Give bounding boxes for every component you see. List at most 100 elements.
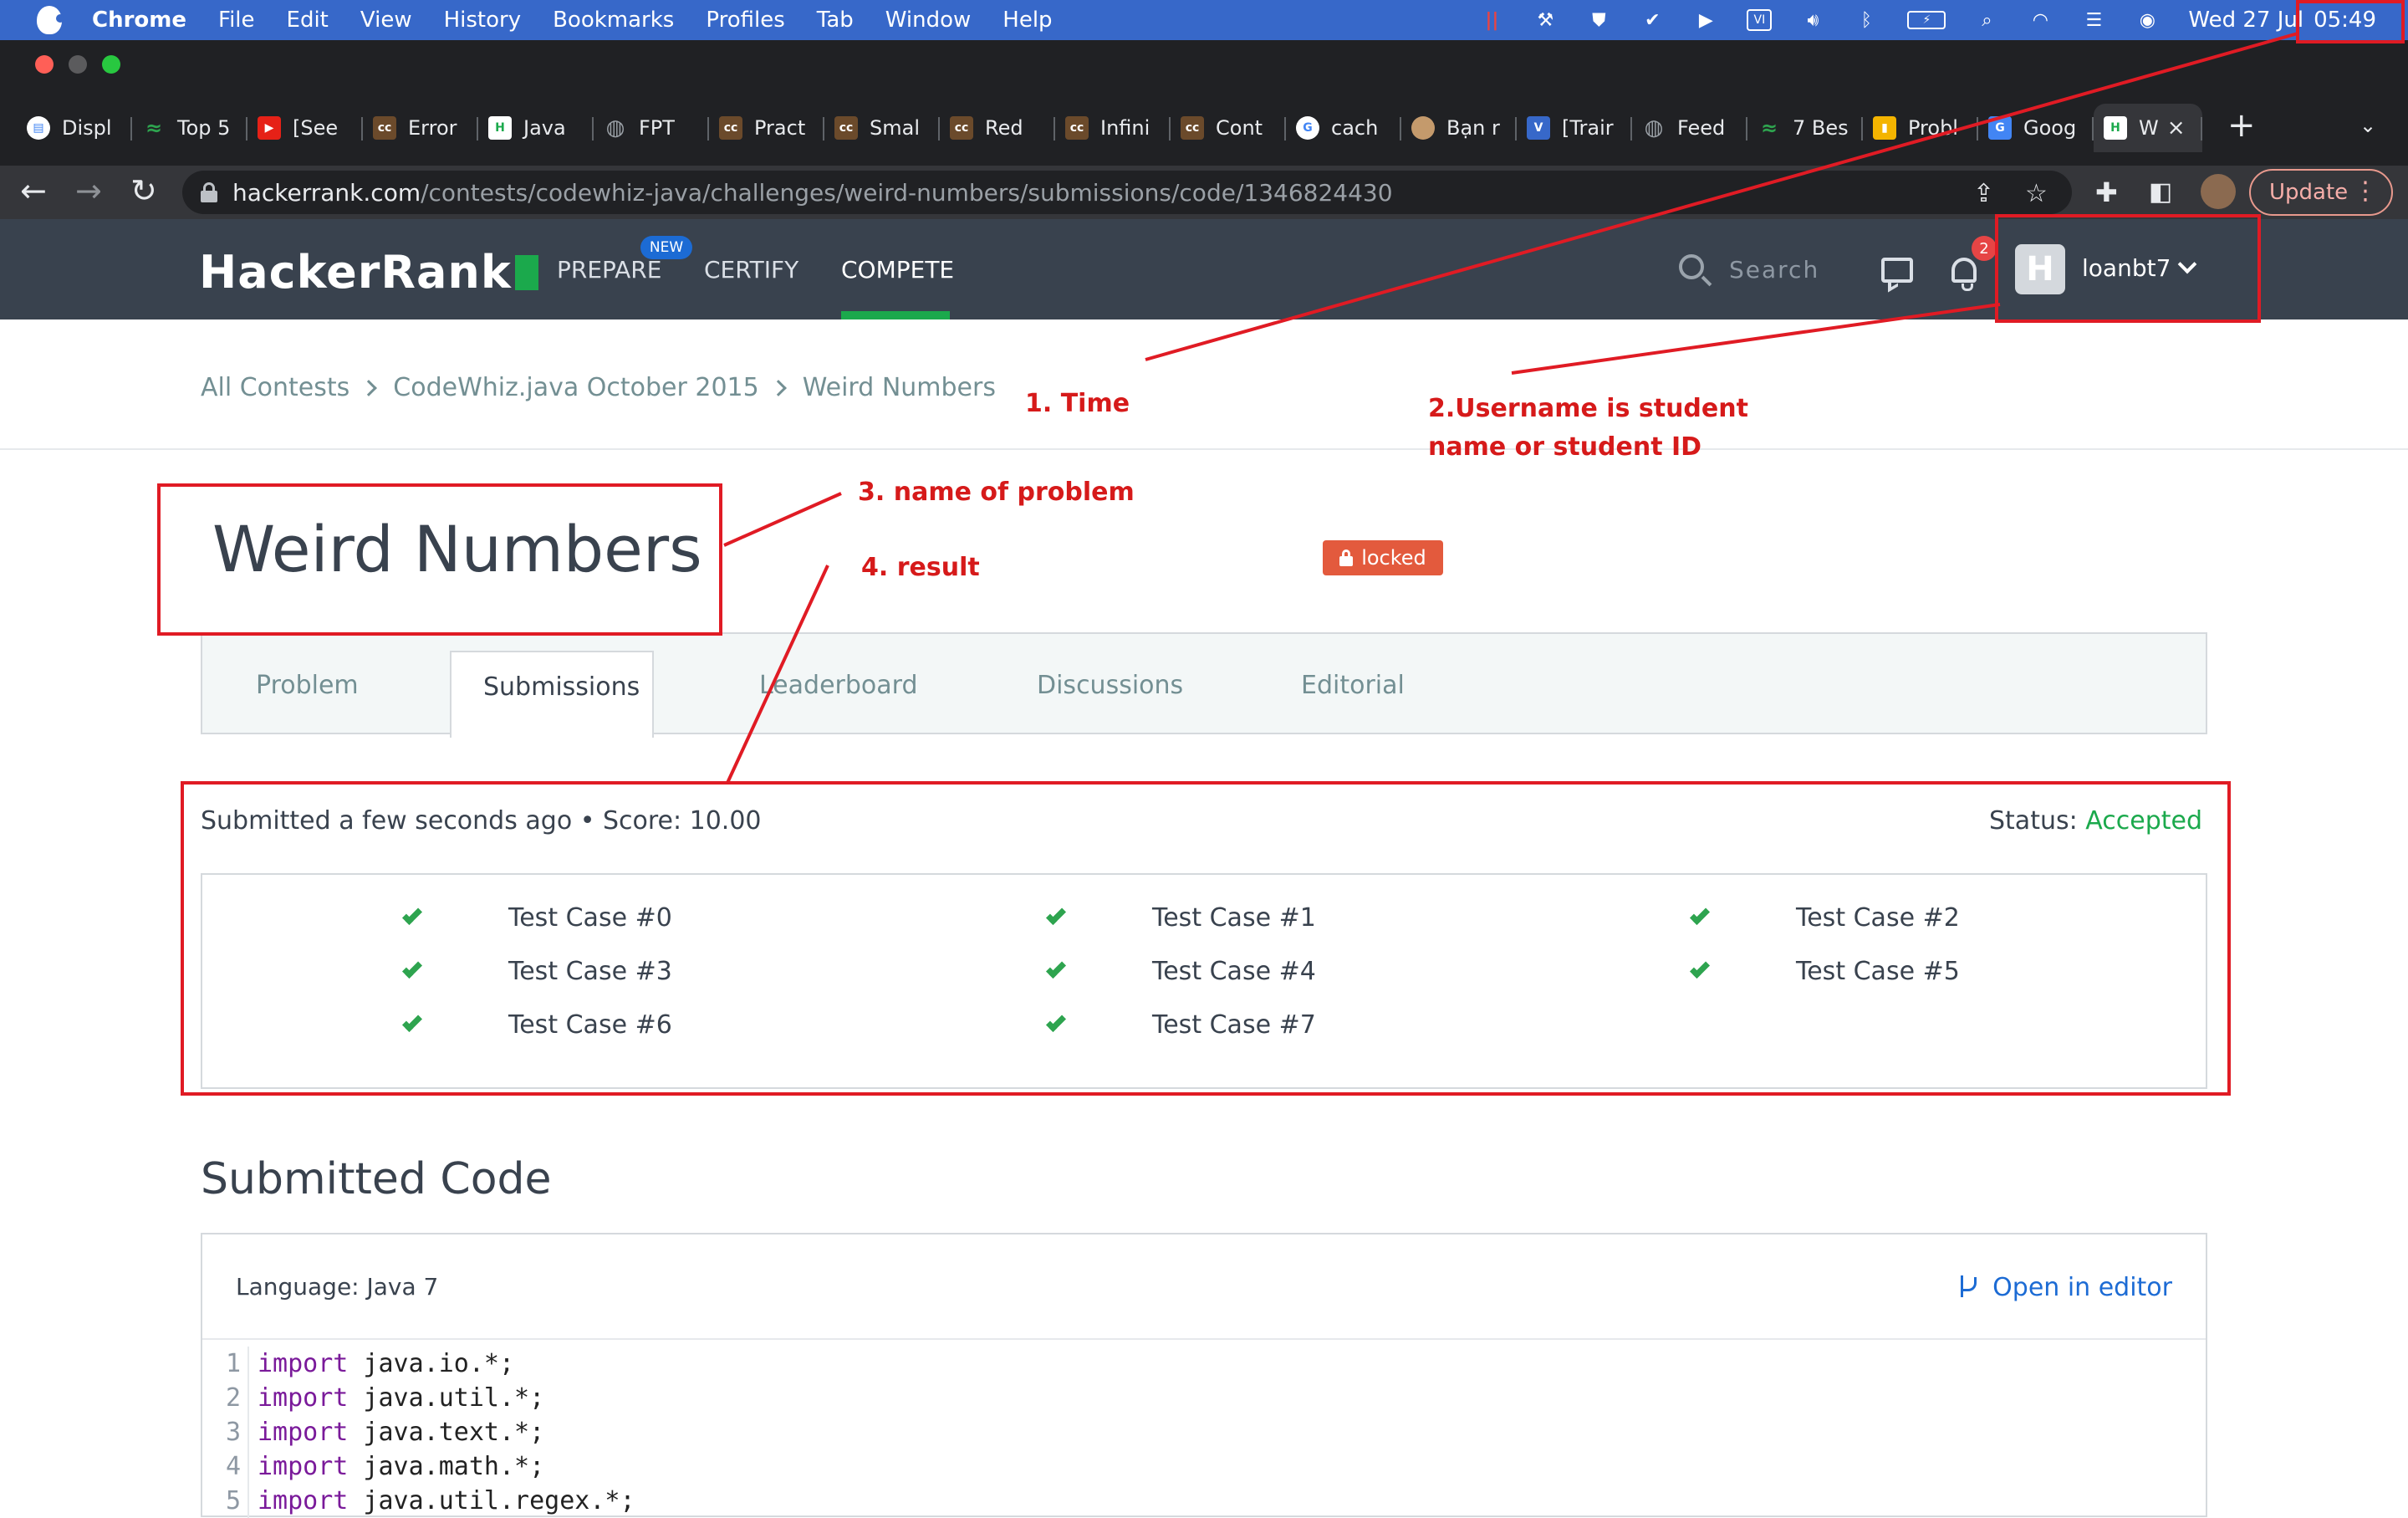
back-arrow-icon[interactable]: ← [20, 174, 47, 207]
code-text: java.util.regex.*; [348, 1486, 635, 1515]
breadcrumb-contest[interactable]: CodeWhiz.java October 2015 [393, 373, 758, 402]
breadcrumb-problem[interactable]: Weird Numbers [803, 373, 996, 402]
control-center-icon[interactable]: ☰ [2081, 9, 2106, 31]
code-lines[interactable]: 1 import java.io.*; 2 import java.util.*; … [202, 1347, 635, 1518]
minimize-window-button[interactable] [69, 55, 87, 74]
browser-tab[interactable]: ▮ Probl [1863, 104, 1978, 152]
tab-submissions-label: Submissions [483, 672, 640, 702]
keyboard-icon[interactable]: VI [1747, 9, 1773, 31]
browser-tab[interactable]: cc Pract [709, 104, 824, 152]
tab-search-chevron-icon[interactable]: ⌄ [2360, 114, 2376, 137]
submitted-code-heading: Submitted Code [201, 1154, 552, 1204]
tab-editorial[interactable]: Editorial [1301, 671, 1405, 700]
pause-icon[interactable]: || [1479, 9, 1504, 31]
breadcrumb-all-contests[interactable]: All Contests [201, 373, 349, 402]
tools-icon[interactable]: ⚒ [1533, 9, 1558, 31]
browser-tab-label: Java [523, 116, 566, 140]
browser-tab[interactable]: ◍ FPT [594, 104, 709, 152]
browser-tab[interactable]: cc Error [363, 104, 478, 152]
browser-tab[interactable]: ◍ Feed [1632, 104, 1747, 152]
browser-tab-label: [Trair [1562, 116, 1614, 140]
nav-compete[interactable]: COMPETE [841, 256, 954, 284]
tab-problem[interactable]: Problem [256, 671, 359, 700]
side-panel-icon[interactable]: ◧ [2149, 176, 2172, 209]
more-menu-icon[interactable]: ⋮ [2353, 179, 2378, 204]
address-bar[interactable]: hackerrank.com/contests/codewhiz-java/ch… [182, 171, 2072, 214]
browser-tab[interactable]: cc Infini [1055, 104, 1171, 152]
menu-view[interactable]: View [360, 8, 412, 33]
browser-tab[interactable]: ▤ Displ [17, 104, 132, 152]
browser-tab[interactable]: ≈7 Bes [1747, 104, 1863, 152]
hackerrank-logo[interactable]: HackerRank [199, 246, 538, 299]
branch-icon [1959, 1275, 1977, 1301]
bluetooth-icon[interactable]: ᛒ [1854, 9, 1879, 31]
lock-icon[interactable] [201, 182, 217, 202]
browser-tab[interactable]: Gcach [1286, 104, 1401, 152]
siri-icon[interactable]: ◉ [2135, 9, 2160, 31]
reload-icon[interactable]: ↻ [130, 174, 157, 207]
leetcode-icon: ≈ [1760, 116, 1778, 140]
share-icon[interactable]: ⇪ [1973, 179, 1994, 208]
cc-icon: cc [950, 116, 973, 140]
bookmark-star-icon[interactable]: ☆ [2025, 179, 2048, 208]
close-tab-icon[interactable]: × [2167, 115, 2186, 141]
battery-icon[interactable]: ⚡ [1907, 11, 1946, 29]
browser-tab[interactable]: Bạn r [1401, 104, 1517, 152]
menu-tab[interactable]: Tab [817, 8, 854, 33]
wifi-icon[interactable]: ◠ [2028, 9, 2053, 31]
menu-history[interactable]: History [444, 8, 522, 33]
search-icon[interactable] [1679, 254, 1704, 279]
browser-tab-label: W [2139, 116, 2159, 140]
cc-icon: cc [1181, 116, 1204, 140]
extensions-puzzle-icon[interactable]: ✚ [2095, 176, 2118, 209]
forward-arrow-icon[interactable]: → [75, 174, 102, 207]
nav-prepare[interactable]: PREPARE [557, 256, 661, 284]
tab-submissions[interactable]: Submissions [450, 651, 654, 738]
tab-discussions[interactable]: Discussions [1037, 671, 1183, 700]
browser-tab[interactable]: H W × [2094, 104, 2202, 152]
browser-tab[interactable]: ≈ Top 5 [132, 104, 247, 152]
chevron-right-icon [769, 379, 787, 396]
volume-icon[interactable]: 🔊︎ [1800, 9, 1825, 31]
annotation-problem-name: 3. name of problem [858, 478, 1135, 507]
menu-app-chrome[interactable]: Chrome [92, 8, 186, 33]
open-in-editor-link[interactable]: Open in editor [1959, 1273, 2172, 1302]
checkmark-icon[interactable]: ✔ [1640, 9, 1665, 31]
menu-profiles[interactable]: Profiles [706, 8, 784, 33]
menu-help[interactable]: Help [1002, 8, 1052, 33]
menu-window[interactable]: Window [885, 8, 972, 33]
clock-date[interactable]: Wed 27 Jul [2188, 8, 2303, 33]
browser-tab[interactable]: V [Trair [1517, 104, 1632, 152]
chat-icon[interactable] [1881, 258, 1913, 283]
menu-file[interactable]: File [218, 8, 255, 33]
browser-tab[interactable]: G Goog [1978, 104, 2094, 152]
line-number: 5 [202, 1484, 249, 1518]
apple-icon[interactable] [37, 6, 64, 34]
tab-leaderboard[interactable]: Leaderboard [759, 671, 918, 700]
browser-tab-label: Smal [870, 116, 920, 140]
browser-tab[interactable]: cc Cont [1171, 104, 1286, 152]
close-window-button[interactable] [35, 55, 54, 74]
search-input[interactable]: Search [1729, 256, 1819, 284]
url-domain: hackerrank.com [232, 178, 421, 207]
browser-tab[interactable]: cc Smal [824, 104, 940, 152]
browser-tab[interactable]: ▶ [See [247, 104, 363, 152]
menu-edit[interactable]: Edit [287, 8, 329, 33]
nav-certify[interactable]: CERTIFY [704, 256, 798, 284]
logo-mark [514, 254, 538, 290]
zoom-window-button[interactable] [102, 55, 120, 74]
google-icon: G [1296, 116, 1319, 140]
code-text: java.math.*; [348, 1452, 545, 1481]
notification-bell-icon[interactable] [1951, 258, 1977, 291]
code-panel: Language: Java 7 Open in editor 1 import … [201, 1233, 2207, 1518]
menu-bookmarks[interactable]: Bookmarks [553, 8, 674, 33]
play-icon[interactable]: ▶ [1693, 9, 1718, 31]
new-tab-button[interactable]: + [2227, 109, 2256, 142]
browser-tab[interactable]: cc Red [940, 104, 1055, 152]
spotlight-search-icon[interactable]: ⌕ [1974, 9, 1999, 31]
browser-tab-label: Infini [1100, 116, 1150, 140]
browser-tab[interactable]: H Java [478, 104, 594, 152]
update-button[interactable]: Update ⋮ [2249, 169, 2393, 216]
profile-avatar[interactable] [2201, 174, 2236, 209]
shield-icon[interactable]: ⛊ [1586, 9, 1611, 31]
